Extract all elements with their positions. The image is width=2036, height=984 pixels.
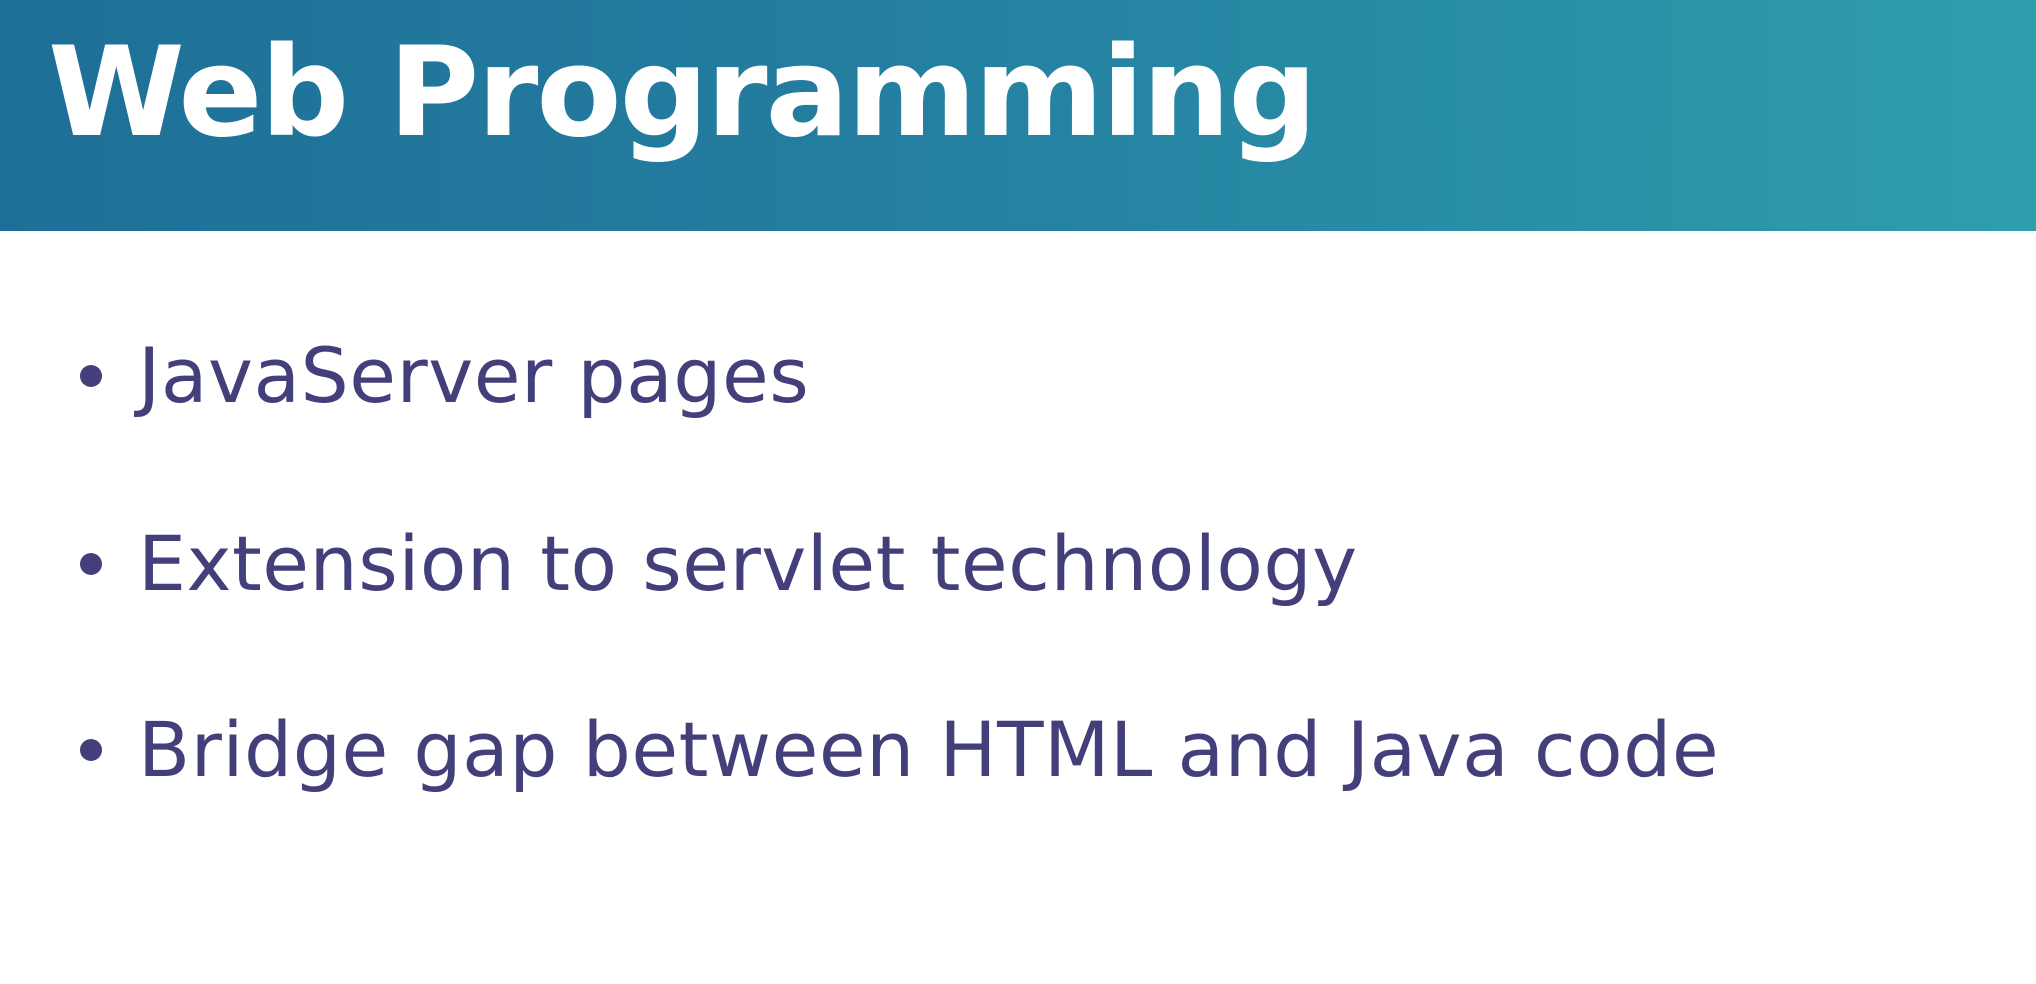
bullet-text: Bridge gap between HTML and Java code bbox=[138, 705, 1720, 794]
slide: Web Programming JavaServer pages Extensi… bbox=[0, 0, 2036, 984]
title-banner: Web Programming bbox=[0, 0, 2036, 234]
bullet-item: JavaServer pages bbox=[80, 316, 809, 436]
bullet-dot-icon bbox=[80, 553, 102, 575]
bullet-item: Bridge gap between HTML and Java code bbox=[80, 690, 1719, 810]
bullet-dot-icon bbox=[80, 739, 102, 761]
slide-title: Web Programming bbox=[48, 21, 1317, 165]
bullet-text: Extension to servlet technology bbox=[138, 519, 1358, 608]
bullet-dot-icon bbox=[80, 365, 102, 387]
bullet-item: Extension to servlet technology bbox=[80, 504, 1358, 624]
bullet-text: JavaServer pages bbox=[138, 331, 810, 420]
